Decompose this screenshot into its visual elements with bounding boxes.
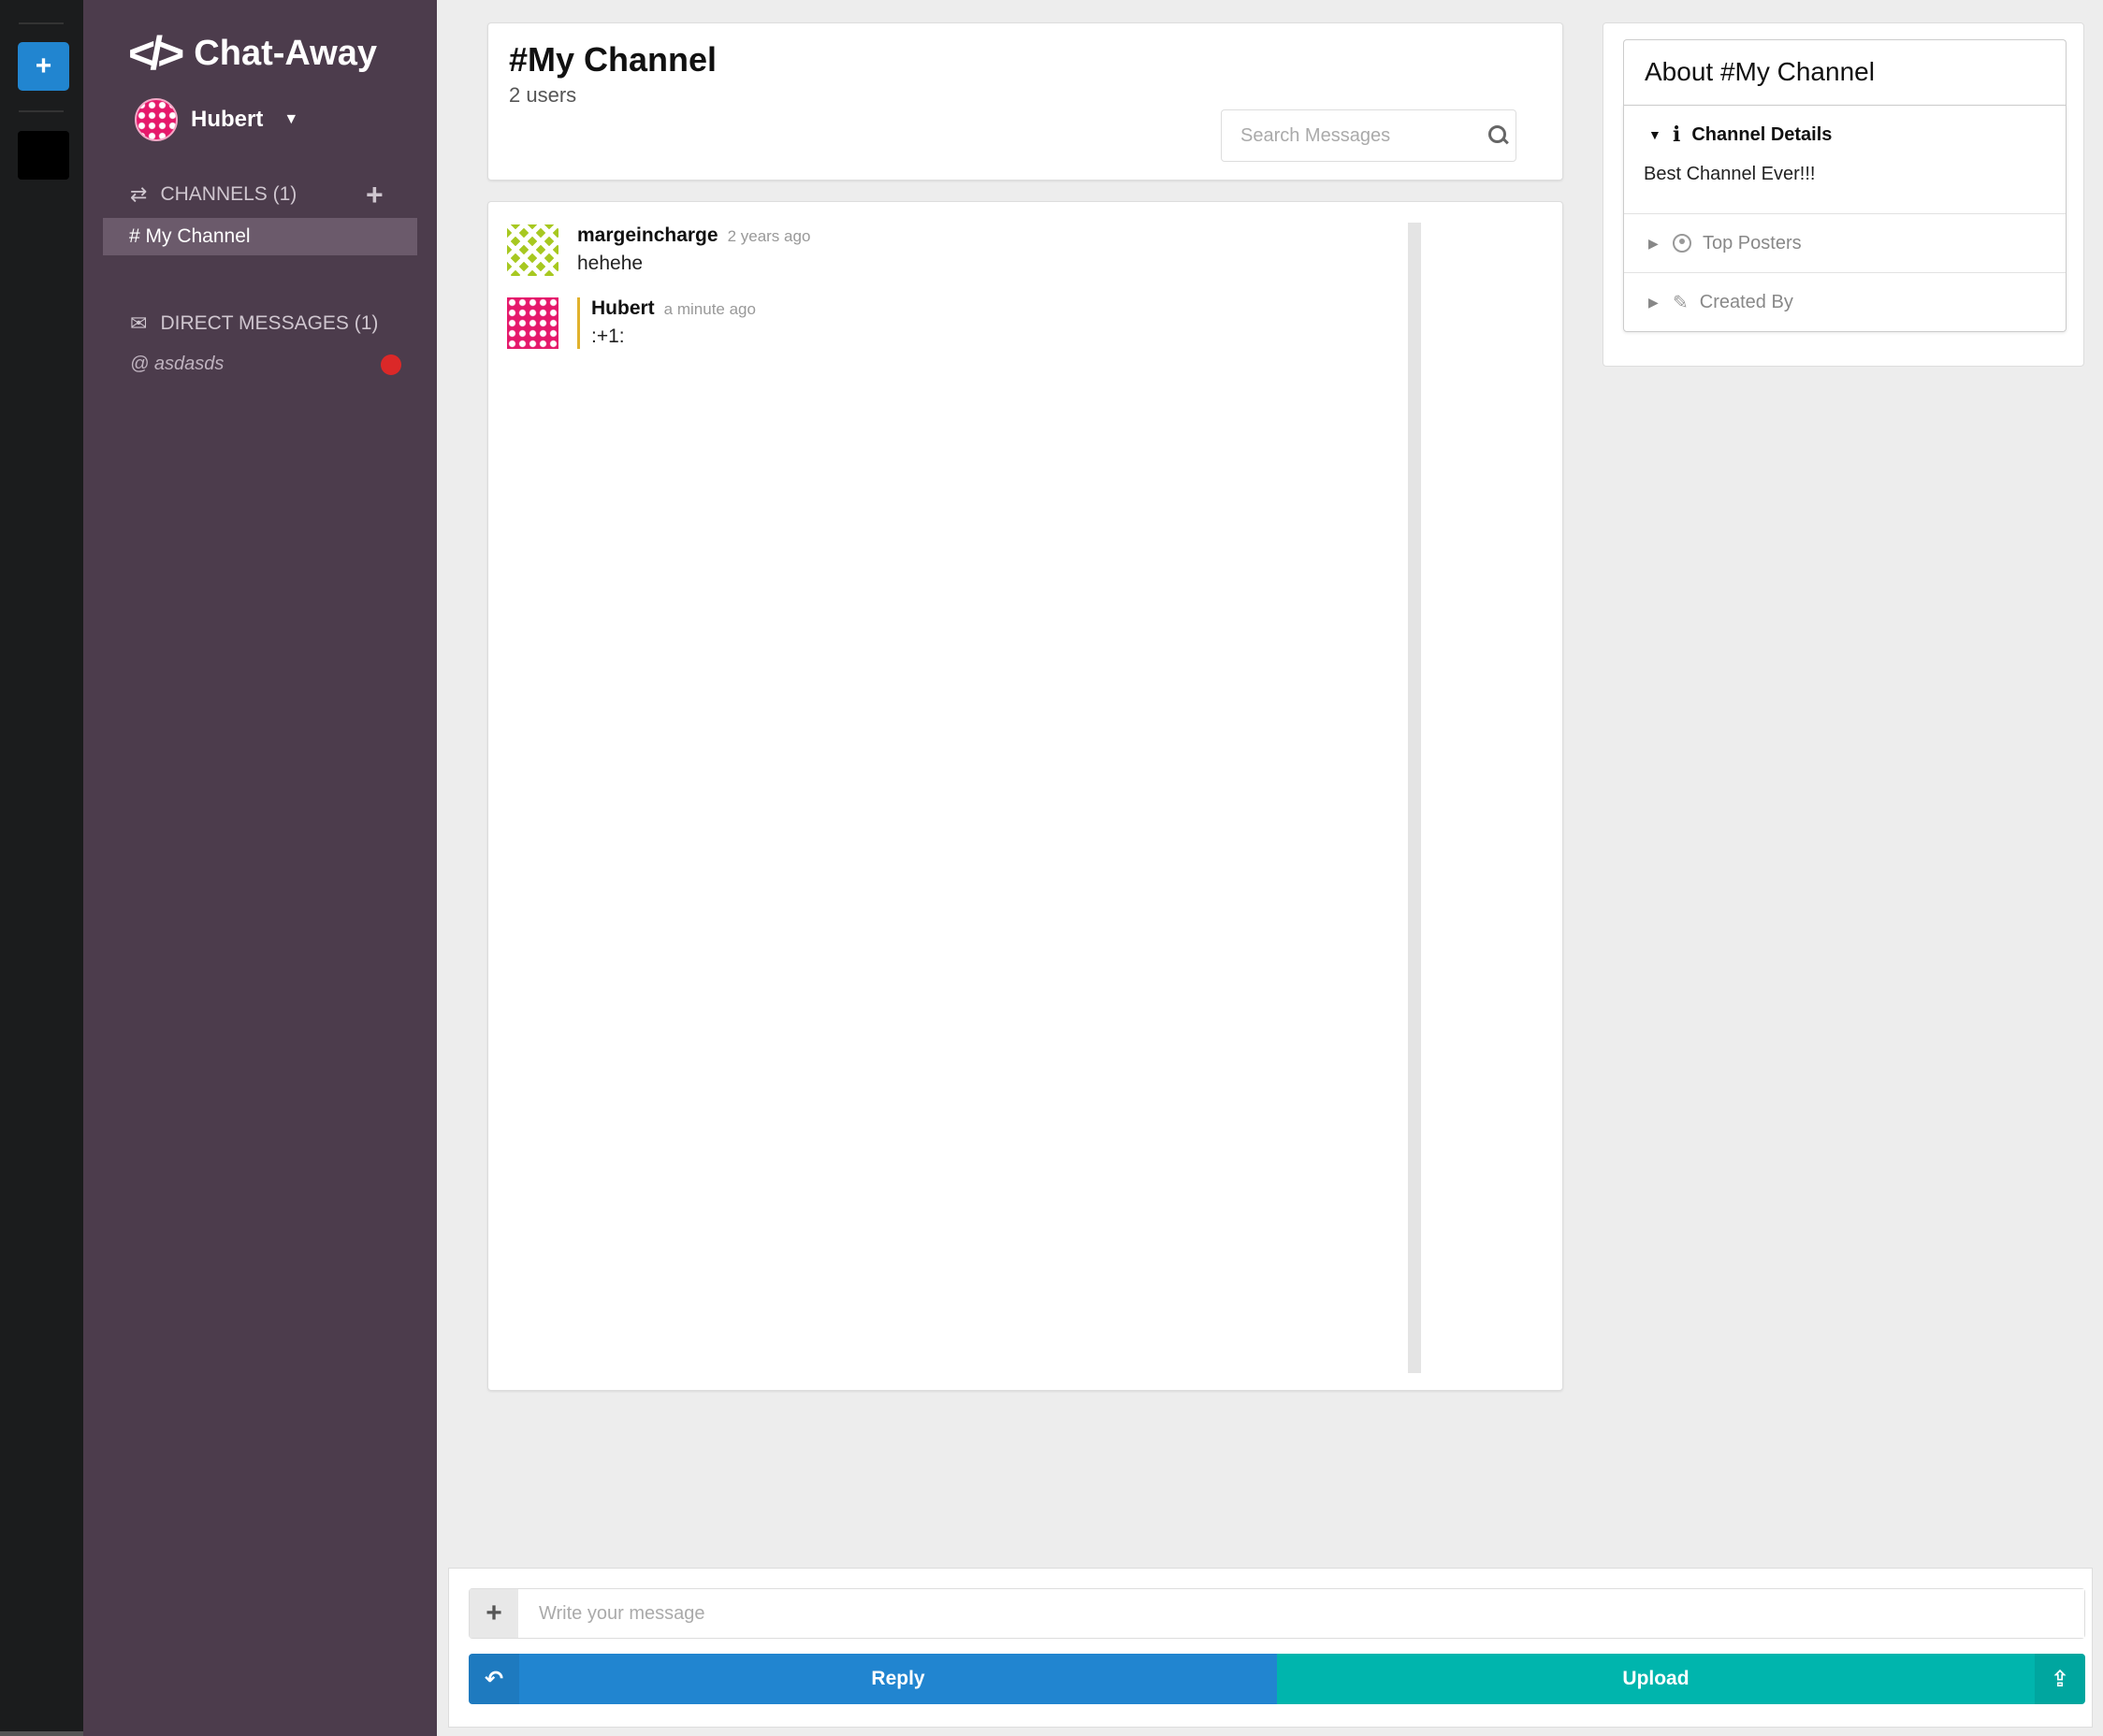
message-text: :+1:	[591, 326, 625, 347]
divider	[19, 22, 64, 24]
search-box	[1221, 109, 1516, 162]
message-text: hehehe	[577, 253, 644, 274]
color-swatch[interactable]	[18, 131, 69, 180]
message-input-row: +	[469, 1588, 2085, 1639]
caret-down-icon: ▼	[1648, 127, 1661, 142]
pencil-icon: ✎	[1673, 292, 1689, 313]
search-icon[interactable]	[1488, 125, 1506, 146]
accordion-item-top-posters: ▶ Top Posters	[1624, 213, 2066, 272]
code-icon: </>	[128, 27, 184, 80]
sidebar: </> Chat-Away Hubert ▼ ⇄ CHANNELS (1) + …	[83, 0, 437, 1736]
accordion-toggle-created-by[interactable]: ▶ ✎ Created By	[1624, 273, 2066, 331]
messages-panel: margeincharge 2 years ago hehehe Hubert …	[487, 201, 1563, 1391]
accordion-label: Channel Details	[1691, 123, 1833, 145]
caret-right-icon: ▶	[1648, 294, 1659, 310]
add-color-button[interactable]: +	[18, 42, 69, 91]
brand: </> Chat-Away	[128, 30, 377, 77]
channel-description: Best Channel Ever!!!	[1644, 164, 1816, 184]
mail-icon: ✉	[130, 311, 148, 335]
direct-messages-label: DIRECT MESSAGES (1)	[160, 312, 379, 334]
message-composer: + ↶ Reply Upload ⇪	[448, 1568, 2093, 1728]
about-header: About #My Channel	[1623, 39, 2067, 105]
divider	[0, 1731, 83, 1736]
dm-user-name: @ asdasds	[130, 354, 225, 374]
divider	[19, 110, 64, 112]
caret-right-icon: ▶	[1648, 235, 1659, 251]
accordion-label: Top Posters	[1703, 232, 1802, 253]
composer-buttons: ↶ Reply Upload ⇪	[469, 1654, 2085, 1704]
add-attachment-button[interactable]: +	[470, 1589, 518, 1638]
info-icon: i	[1673, 123, 1681, 147]
reply-button[interactable]: ↶ Reply	[469, 1654, 1277, 1704]
about-title: About #My Channel	[1645, 57, 1875, 86]
direct-messages-header: ✉ DIRECT MESSAGES (1)	[130, 311, 378, 336]
upload-button[interactable]: Upload ⇪	[1277, 1654, 2085, 1704]
message-author: Hubert	[591, 297, 655, 319]
upload-icon: ⇪	[2035, 1654, 2085, 1704]
message: Hubert a minute ago :+1:	[507, 297, 756, 349]
avatar	[135, 98, 178, 141]
search-input[interactable]	[1240, 124, 1488, 147]
accordion-item-created-by: ▶ ✎ Created By	[1624, 272, 2066, 331]
user-count: 2 users	[509, 83, 577, 107]
sidebar-item-dm-asdasds[interactable]: @ asdasds	[130, 354, 401, 375]
accordion-item-channel-details: ▼ i Channel Details Best Channel Ever!!!	[1624, 106, 2066, 213]
chevron-down-icon: ▼	[283, 111, 299, 127]
message-meta: margeincharge 2 years ago	[577, 224, 810, 247]
message-body: Hubert a minute ago :+1:	[577, 297, 756, 349]
message-input[interactable]	[518, 1589, 2084, 1638]
user-circle-icon	[1673, 234, 1691, 253]
accordion-toggle-top-posters[interactable]: ▶ Top Posters	[1624, 214, 2066, 272]
page-title: #My Channel	[509, 40, 718, 79]
message-meta: Hubert a minute ago	[591, 297, 756, 320]
about-accordion: ▼ i Channel Details Best Channel Ever!!!…	[1623, 105, 2067, 332]
reply-icon: ↶	[469, 1654, 519, 1704]
user-name: Hubert	[191, 107, 264, 132]
message-body: margeincharge 2 years ago hehehe	[577, 224, 810, 276]
message-author: margeincharge	[577, 224, 718, 246]
exchange-icon: ⇄	[130, 182, 148, 206]
message-time: a minute ago	[663, 300, 756, 318]
about-panel: About #My Channel ▼ i Channel Details Be…	[1603, 22, 2084, 367]
channels-header: ⇄ CHANNELS (1)	[130, 182, 297, 207]
user-menu[interactable]: Hubert ▼	[135, 98, 298, 141]
channel-header: #My Channel 2 users	[487, 22, 1563, 181]
sidebar-item-my-channel[interactable]: # My Channel	[103, 218, 417, 255]
brand-name: Chat-Away	[194, 33, 377, 73]
add-channel-button[interactable]: +	[366, 178, 384, 212]
avatar	[507, 297, 558, 349]
message-time: 2 years ago	[727, 227, 811, 245]
channels-label: CHANNELS (1)	[160, 183, 297, 205]
color-panel: +	[0, 0, 83, 1736]
accordion-toggle-channel-details[interactable]: ▼ i Channel Details	[1624, 106, 2066, 164]
accordion-label: Created By	[1699, 291, 1793, 312]
reply-label: Reply	[871, 1668, 925, 1689]
message: margeincharge 2 years ago hehehe	[507, 224, 810, 276]
upload-label: Upload	[1622, 1668, 1690, 1689]
scrollbar[interactable]	[1408, 223, 1421, 1373]
status-dot	[381, 354, 401, 375]
avatar	[507, 224, 558, 276]
